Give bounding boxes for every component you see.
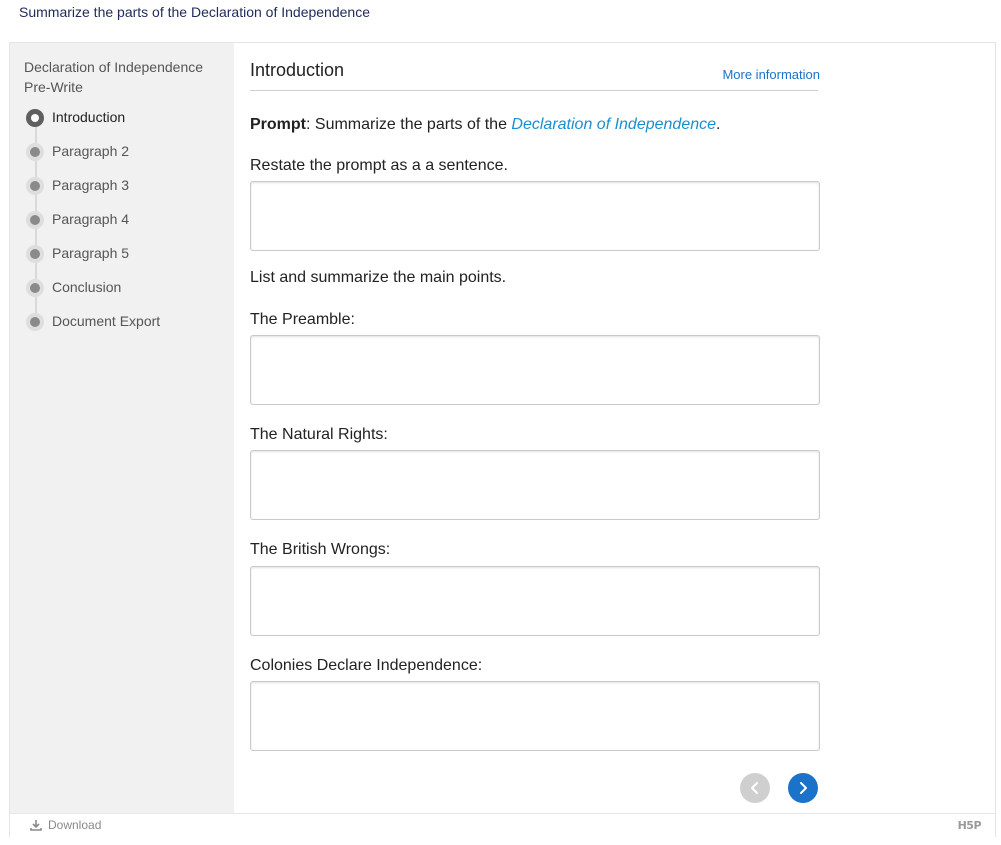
british-wrongs-input[interactable] xyxy=(250,566,820,636)
step-dot-icon xyxy=(26,211,44,229)
current-step-icon xyxy=(26,109,44,127)
preamble-label: The Preamble: xyxy=(250,311,355,328)
sidebar-item-introduction[interactable]: Introduction xyxy=(24,107,224,129)
sidebar-item-paragraph-5[interactable]: Paragraph 5 xyxy=(24,243,224,265)
h5p-logo: H5P xyxy=(957,819,982,832)
step-dot-icon xyxy=(26,279,44,297)
prompt-label: Prompt xyxy=(250,116,306,133)
more-information-link[interactable]: More information xyxy=(722,67,820,82)
page-title: Summarize the parts of the Declaration o… xyxy=(19,4,370,20)
natural-rights-input[interactable] xyxy=(250,450,820,520)
sidebar-item-label: Paragraph 3 xyxy=(52,177,130,193)
colonies-label: Colonies Declare Independence: xyxy=(250,657,483,674)
next-button[interactable] xyxy=(788,773,818,803)
prompt-body: : Summarize the parts of the xyxy=(306,116,512,133)
prompt-text: Prompt: Summarize the parts of the Decla… xyxy=(250,116,720,134)
download-label: Download xyxy=(48,818,102,832)
step-dot-icon xyxy=(26,177,44,195)
restate-label: Restate the prompt as a a sentence. xyxy=(250,157,508,174)
download-button[interactable]: Download xyxy=(30,818,101,832)
sidebar: Declaration of Independence Pre-Write In… xyxy=(10,43,234,813)
colonies-input[interactable] xyxy=(250,681,820,751)
download-icon xyxy=(30,820,42,831)
sidebar-item-conclusion[interactable]: Conclusion xyxy=(24,277,224,299)
footer-bar: Download H5P xyxy=(10,813,995,838)
sidebar-item-label: Introduction xyxy=(52,109,126,125)
step-dot-icon xyxy=(26,313,44,331)
sidebar-item-paragraph-2[interactable]: Paragraph 2 xyxy=(24,141,224,163)
british-wrongs-label: The British Wrongs: xyxy=(250,541,391,558)
declaration-link[interactable]: Declaration of Independence xyxy=(511,116,716,133)
h5p-frame: Declaration of Independence Pre-Write In… xyxy=(9,42,996,838)
sidebar-item-paragraph-4[interactable]: Paragraph 4 xyxy=(24,209,224,231)
sidebar-title: Declaration of Independence Pre-Write xyxy=(24,59,204,95)
list-label: List and summarize the main points. xyxy=(250,269,507,286)
sidebar-item-label: Paragraph 2 xyxy=(52,143,130,159)
prompt-end: . xyxy=(716,116,721,133)
chevron-left-icon xyxy=(751,782,758,794)
heading-divider xyxy=(250,90,818,91)
previous-button[interactable] xyxy=(740,773,770,803)
sidebar-item-label: Document Export xyxy=(52,313,161,329)
restate-input[interactable] xyxy=(250,181,820,251)
sidebar-item-label: Paragraph 5 xyxy=(52,245,130,261)
sidebar-item-document-export[interactable]: Document Export xyxy=(24,311,224,333)
chevron-right-icon xyxy=(800,782,807,794)
sidebar-item-label: Paragraph 4 xyxy=(52,211,130,227)
preamble-input[interactable] xyxy=(250,335,820,405)
sidebar-item-paragraph-3[interactable]: Paragraph 3 xyxy=(24,175,224,197)
step-dot-icon xyxy=(26,143,44,161)
section-heading: Introduction xyxy=(250,60,345,80)
sidebar-item-label: Conclusion xyxy=(52,279,122,295)
step-dot-icon xyxy=(26,245,44,263)
natural-rights-label: The Natural Rights: xyxy=(250,426,388,443)
